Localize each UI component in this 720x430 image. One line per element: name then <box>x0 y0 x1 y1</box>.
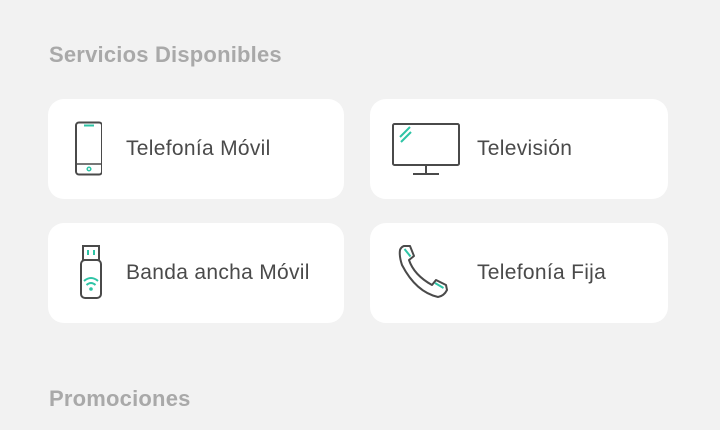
landline-phone-icon <box>398 245 448 298</box>
service-label: Telefonía Fija <box>477 261 607 284</box>
service-label: Telefonía Móvil <box>126 137 271 160</box>
service-card-mobile[interactable]: Telefonía Móvil <box>48 99 344 199</box>
usb-modem-icon <box>80 245 102 299</box>
service-card-television[interactable]: Televisión <box>370 99 668 199</box>
service-label: Banda ancha Móvil <box>126 261 310 284</box>
service-card-landline[interactable]: Telefonía Fija <box>370 223 668 323</box>
mobile-phone-icon <box>75 121 102 176</box>
services-section-title: Servicios Disponibles <box>49 42 282 67</box>
service-label: Televisión <box>477 137 573 160</box>
television-icon <box>392 123 460 175</box>
service-card-mobile-broadband[interactable]: Banda ancha Móvil <box>48 223 344 323</box>
promotions-section-title: Promociones <box>49 386 191 411</box>
